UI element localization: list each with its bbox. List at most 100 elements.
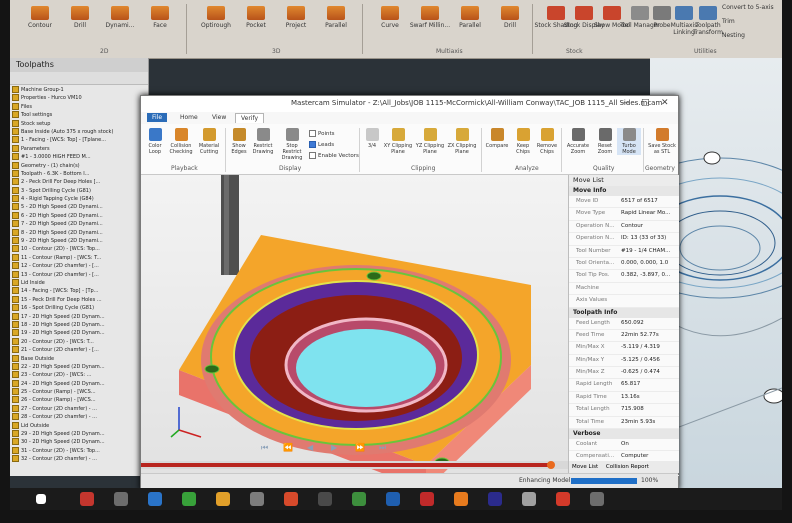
toolpath-tree-item[interactable]: 32 - Contour (2D chamfer) - ... bbox=[12, 455, 148, 463]
toolpath-tree-item[interactable]: Toolpath - 6.3K - Bottom I... bbox=[12, 169, 148, 178]
zx-clipping-button[interactable]: ZX Clipping Plane bbox=[447, 128, 477, 155]
color-loop-button[interactable]: Color Loop bbox=[143, 128, 167, 155]
ribbon-pocket-button[interactable]: Pocket bbox=[234, 4, 278, 52]
ribbon-drill-button[interactable]: Drill bbox=[58, 4, 102, 52]
ribbon-multiaxis-drill-button[interactable]: Drill bbox=[488, 4, 532, 52]
app-icon[interactable] bbox=[420, 492, 434, 506]
app-icon[interactable] bbox=[114, 492, 128, 506]
tab-home[interactable]: Home bbox=[175, 113, 203, 122]
toolpath-tree-item[interactable]: 21 - Contour (2D chamfer) - [... bbox=[12, 346, 148, 354]
toolpath-tree-item[interactable]: 5 - 2D High Speed (2D Dynami... bbox=[12, 203, 148, 211]
toolpath-tree-item[interactable]: Properties - Hurco VM10 bbox=[12, 94, 148, 102]
toolpath-tree-item[interactable]: 27 - Contour (2D chamfer) - ... bbox=[12, 404, 148, 413]
back-icon[interactable]: ◀ bbox=[307, 443, 313, 452]
ribbon-optirough-button[interactable]: Optirough bbox=[194, 4, 238, 52]
enable-vectors-checkbox[interactable]: Enable Vectors bbox=[309, 152, 359, 159]
move-list-section-header[interactable]: Verbose bbox=[569, 429, 679, 440]
skip-end-icon[interactable]: ⏭ bbox=[379, 443, 386, 453]
points-checkbox[interactable]: Points bbox=[309, 130, 335, 137]
simulation-viewport[interactable]: ⏮ ⏪ ◀ ▶ ⏩ ⏭ bbox=[141, 175, 568, 473]
toolpath-tree-item[interactable]: 22 - 2D High Speed (2D Dynam... bbox=[12, 362, 148, 371]
app-icon[interactable] bbox=[216, 492, 230, 506]
ribbon-face-button[interactable]: Face bbox=[138, 4, 182, 52]
app-icon[interactable] bbox=[488, 492, 502, 506]
play-icon[interactable]: ▶ bbox=[331, 443, 337, 452]
toolpath-tree-item[interactable]: 3 - Spot Drilling Cycle (G81) bbox=[12, 186, 148, 195]
ribbon-swarf-button[interactable]: Swarf Millin... bbox=[408, 4, 452, 52]
restrict-drawing-button[interactable]: Restrict Drawing bbox=[251, 128, 275, 155]
remove-chips-button[interactable]: Remove Chips bbox=[535, 128, 559, 155]
show-edges-button[interactable]: Show Edges bbox=[227, 128, 251, 155]
three-quarter-button[interactable]: 3/4 bbox=[363, 128, 381, 149]
toolpath-tree-item[interactable]: #1 - 3.0000 HIGH FEED M... bbox=[12, 153, 148, 161]
toolpath-tree-item[interactable]: 10 - Contour (2D) - [WCS: Top... bbox=[12, 245, 148, 253]
accurate-zoom-button[interactable]: Accurate Zoom bbox=[565, 128, 591, 155]
toolpath-tree-item[interactable]: 18 - 2D High Speed (2D Dynam... bbox=[12, 320, 148, 329]
turbo-mode-button[interactable]: Turbo Mode bbox=[617, 128, 641, 155]
keep-chips-button[interactable]: Keep Chips bbox=[511, 128, 535, 155]
toolpath-tree-item[interactable]: 20 - Contour (2D) - [WCS: T... bbox=[12, 337, 148, 346]
app-icon[interactable] bbox=[148, 492, 162, 506]
app-icon[interactable] bbox=[386, 492, 400, 506]
toolpath-tree-item[interactable]: 23 - Contour (2D) - [WCS: ... bbox=[12, 371, 148, 379]
app-icon[interactable] bbox=[250, 492, 264, 506]
app-icon[interactable] bbox=[522, 492, 536, 506]
reset-zoom-button[interactable]: Reset Zoom bbox=[593, 128, 617, 155]
toolpath-tree-item[interactable]: Geometry - (1) chain(s) bbox=[12, 161, 148, 170]
move-list-section-header[interactable]: Toolpath Info bbox=[569, 307, 679, 318]
toolpath-tree-item[interactable]: Lid Outside bbox=[12, 421, 148, 430]
toolpath-tree-item[interactable]: Base Outside bbox=[12, 354, 148, 363]
toolpath-tree-item[interactable]: Tool settings bbox=[12, 111, 148, 119]
toolpath-tree-item[interactable]: Machine Group-1 bbox=[12, 86, 148, 94]
leads-checkbox[interactable]: Leads bbox=[309, 141, 334, 148]
playback-slider-handle[interactable] bbox=[546, 461, 555, 469]
toolpath-tree-item[interactable]: 14 - Facing - [WCS: Top] - [Tp... bbox=[12, 287, 148, 295]
tab-file[interactable]: File bbox=[147, 113, 168, 122]
ribbon-curve-button[interactable]: Curve bbox=[368, 4, 412, 52]
toolpath-tree-item[interactable]: 29 - 2D High Speed (2D Dynam... bbox=[12, 430, 148, 438]
app-icon[interactable] bbox=[80, 492, 94, 506]
ribbon-multiaxis-parallel-button[interactable]: Parallel bbox=[448, 4, 492, 52]
toolpath-tree-item[interactable]: 9 - 2D High Speed (2D Dynami... bbox=[12, 237, 148, 245]
playback-progress-bar[interactable] bbox=[141, 461, 568, 469]
toolpath-tree-item[interactable]: Parameters bbox=[12, 144, 148, 153]
toolpaths-tree[interactable]: Machine Group-1 Properties - Hurco VM10 Fi… bbox=[10, 85, 148, 464]
toolpath-tree-item[interactable]: 17 - 2D High Speed (2D Dynam... bbox=[12, 312, 148, 321]
ribbon-project-button[interactable]: Project bbox=[274, 4, 318, 52]
toolpath-tree-item[interactable]: 30 - 2D High Speed (2D Dynam... bbox=[12, 438, 148, 446]
xy-clipping-button[interactable]: XY Clipping Plane bbox=[383, 128, 413, 155]
ribbon-contour-button[interactable]: Contour bbox=[18, 4, 62, 52]
stop-restrict-drawing-button[interactable]: Stop Restrict Drawing bbox=[277, 128, 307, 161]
move-list-section-header[interactable]: Move Info bbox=[569, 186, 679, 196]
ribbon-parallel-button[interactable]: Parallel bbox=[314, 4, 358, 52]
toolpath-tree-item[interactable]: 31 - Contour (2D) - [WCS: Top... bbox=[12, 446, 148, 455]
material-cutting-button[interactable]: Material Cutting bbox=[197, 128, 221, 155]
toolpath-tree-item[interactable]: Base Inside (Auto 375 x rough stock) bbox=[12, 127, 148, 136]
toolpath-tree-item[interactable]: 7 - 2D High Speed (2D Dynami... bbox=[12, 220, 148, 228]
toolpath-tree-item[interactable]: Files bbox=[12, 102, 148, 111]
yz-clipping-button[interactable]: YZ Clipping Plane bbox=[415, 128, 445, 155]
app-icon[interactable] bbox=[352, 492, 366, 506]
toolpath-tree-item[interactable]: 13 - Contour (2D chamfer) - [... bbox=[12, 270, 148, 279]
toolpath-tree-item[interactable]: Lid Inside bbox=[12, 278, 148, 287]
toolpath-tree-item[interactable]: 1 - Facing - [WCS: Top] - [Tplane... bbox=[12, 136, 148, 144]
tab-view[interactable]: View bbox=[207, 113, 231, 122]
simulator-titlebar[interactable]: Mastercam Simulator - Z:\All_Jobs\JOB 11… bbox=[141, 96, 678, 112]
toolpath-tree-item[interactable]: 12 - Contour (2D chamfer) - [... bbox=[12, 262, 148, 270]
app-icon[interactable] bbox=[590, 492, 604, 506]
toolpath-tree-item[interactable]: 6 - 2D High Speed (2D Dynami... bbox=[12, 211, 148, 220]
maximize-icon[interactable]: □ bbox=[641, 98, 650, 108]
toolpath-tree-item[interactable]: 26 - Contour (Ramp) - [WCS... bbox=[12, 396, 148, 404]
app-icon[interactable] bbox=[318, 492, 332, 506]
app-icon[interactable] bbox=[284, 492, 298, 506]
tab-move-list[interactable]: Move List bbox=[569, 464, 601, 470]
save-stock-stl-button[interactable]: Save Stock as STL bbox=[647, 128, 677, 155]
step-forward-icon[interactable]: ⏩ bbox=[355, 443, 365, 452]
tab-collision-report[interactable]: Collision Report bbox=[603, 464, 652, 470]
toolpaths-toolbar[interactable] bbox=[10, 72, 148, 85]
toolpath-tree-item[interactable]: 16 - Spot Drilling Cycle (G81) bbox=[12, 304, 148, 312]
tab-verify[interactable]: Verify bbox=[235, 113, 265, 123]
app-icon[interactable] bbox=[556, 492, 570, 506]
ribbon-dynamic-button[interactable]: Dynami... bbox=[98, 4, 142, 52]
toolpath-tree-item[interactable]: 2 - Peck Drill For Deep Holes [... bbox=[12, 178, 148, 186]
